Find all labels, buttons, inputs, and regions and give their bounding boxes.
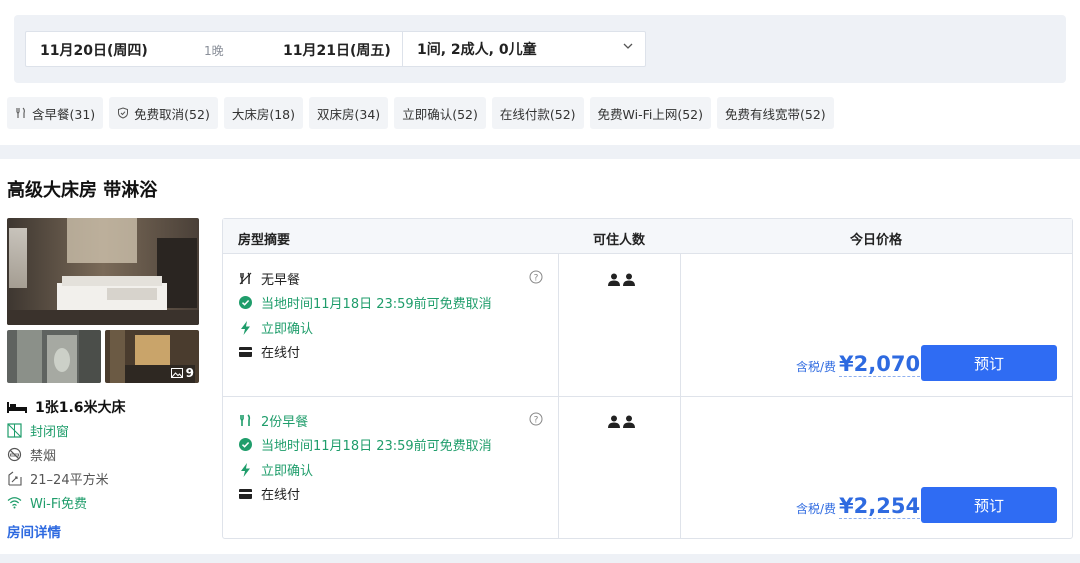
filter-label: 大床房(18) [231, 106, 296, 122]
smoking-info: 禁烟 [7, 445, 56, 464]
breakfast-icon [240, 414, 251, 426]
meal-label: 2份早餐 [261, 415, 309, 430]
row-divider [223, 396, 1072, 397]
shield-check-icon [118, 107, 129, 119]
check-circle-icon [239, 296, 252, 309]
filter-wifi[interactable]: 免费Wi-Fi上网(52) [589, 97, 712, 129]
payment-label: 在线付 [261, 346, 301, 361]
header-occupancy: 可住人数 [593, 233, 646, 248]
rate-table: 房型摘要 可住人数 今日价格 无早餐 ? 当地时间11月18日 23:59前可免… [222, 218, 1073, 539]
filter-online-pay[interactable]: 在线付款(52) [491, 97, 584, 129]
filter-label: 免费有线宽带(52) [725, 106, 826, 122]
meal-info: 2份早餐 [239, 411, 308, 430]
window-icon [7, 423, 22, 438]
room-photo-thumb[interactable] [7, 330, 101, 383]
tax-label: 含税/费 [796, 502, 837, 516]
cancel-policy: 当地时间11月18日 23:59前可免费取消 [239, 293, 492, 312]
payment-info: 在线付 [239, 484, 300, 503]
tax-label: 含税/费 [796, 360, 837, 374]
filter-instant-confirm[interactable]: 立即确认(52) [394, 97, 486, 129]
meal-label: 无早餐 [261, 273, 301, 288]
checkin-date[interactable]: 11月20日(周四) [40, 40, 148, 60]
photo-count-badge[interactable]: 9 [170, 366, 194, 380]
chevron-down-icon[interactable] [622, 40, 634, 52]
help-icon[interactable]: ? [529, 270, 543, 284]
filter-breakfast[interactable]: 含早餐(31) [7, 97, 104, 129]
price-amount[interactable]: ¥2,254 [839, 494, 921, 519]
svg-text:?: ? [534, 274, 539, 284]
filter-broadband[interactable]: 免费有线宽带(52) [717, 97, 834, 129]
area-info: 21–24平方米 [7, 469, 109, 488]
filter-chips: 含早餐(31) 免费取消(52) 大床房(18) 双床房(34) 立即确认(52… [7, 97, 834, 129]
room-title: 高级大床房 带淋浴 [7, 180, 158, 201]
filter-label: 含早餐(31) [32, 106, 96, 122]
book-button[interactable]: 预订 [921, 345, 1057, 381]
section-divider [0, 554, 1080, 563]
wifi-info: Wi-Fi免费 [7, 493, 87, 512]
bed-icon [7, 402, 27, 413]
section-divider [0, 145, 1080, 159]
table-header: 房型摘要 可住人数 今日价格 [223, 219, 1072, 254]
smoking-label: 禁烟 [30, 449, 57, 464]
svg-text:?: ? [534, 416, 539, 426]
area-label: 21–24平方米 [30, 473, 109, 488]
bathroom-photo-image [7, 330, 101, 383]
price-block: 含税/费 ¥2,070 [796, 352, 921, 377]
window-info: 封闭窗 [7, 421, 69, 440]
area-icon [8, 471, 22, 486]
confirm-label: 立即确认 [261, 322, 314, 337]
two-persons-icon [608, 415, 635, 428]
room-photo-thumb[interactable]: 9 [105, 330, 199, 383]
cancel-label: 当地时间11月18日 23:59前可免费取消 [261, 297, 492, 312]
utensils-icon [16, 107, 25, 118]
two-persons-icon [608, 273, 635, 286]
card-icon [239, 346, 252, 357]
divider [402, 32, 403, 66]
check-circle-icon [239, 438, 252, 451]
search-box[interactable]: 11月20日(周四) 1晚 11月21日(周五) 1间, 2成人, 0儿童 [25, 31, 646, 67]
confirm-info: 立即确认 [239, 318, 313, 337]
lightning-icon [241, 462, 250, 477]
checkout-date[interactable]: 11月21日(周五) [283, 40, 391, 60]
filter-twin-bed[interactable]: 双床房(34) [309, 97, 389, 129]
no-smoking-icon [7, 447, 22, 462]
bed-info: 1张1.6米大床 [7, 397, 126, 417]
meal-info: 无早餐 [239, 269, 300, 288]
photo-count: 9 [185, 366, 194, 380]
card-icon [239, 488, 252, 499]
image-icon [170, 368, 183, 378]
nights-count: 1晚 [204, 44, 224, 58]
filter-label: 免费Wi-Fi上网(52) [597, 106, 704, 122]
guests-selector[interactable]: 1间, 2成人, 0儿童 [417, 39, 537, 59]
confirm-label: 立即确认 [261, 464, 314, 479]
confirm-info: 立即确认 [239, 460, 313, 479]
filter-label: 在线付款(52) [499, 106, 576, 122]
search-panel: 11月20日(周四) 1晚 11月21日(周五) 1间, 2成人, 0儿童 [14, 15, 1066, 83]
search-header: 11月20日(周四) 1晚 11月21日(周五) 1间, 2成人, 0儿童 含早… [0, 0, 1080, 145]
filter-label: 立即确认(52) [402, 106, 478, 122]
payment-info: 在线付 [239, 342, 300, 361]
bed-label: 1张1.6米大床 [35, 400, 126, 416]
payment-label: 在线付 [261, 488, 301, 503]
cancel-label: 当地时间11月18日 23:59前可免费取消 [261, 439, 492, 454]
header-price: 今日价格 [850, 233, 903, 248]
room-details-link[interactable]: 房间详情 [7, 521, 61, 541]
book-button[interactable]: 预订 [921, 487, 1057, 523]
filter-label: 双床房(34) [317, 106, 381, 122]
wifi-icon [7, 497, 22, 509]
wifi-label: Wi-Fi免费 [30, 497, 88, 512]
price-block: 含税/费 ¥2,254 [796, 494, 921, 519]
price-amount[interactable]: ¥2,070 [839, 352, 921, 377]
filter-king-bed[interactable]: 大床房(18) [223, 97, 304, 129]
help-icon[interactable]: ? [529, 412, 543, 426]
window-label: 封闭窗 [30, 425, 70, 440]
lightning-icon [241, 320, 250, 335]
room-photo-main[interactable] [7, 218, 199, 325]
room-photo-image [7, 218, 199, 325]
no-breakfast-icon [239, 272, 252, 285]
cancel-policy: 当地时间11月18日 23:59前可免费取消 [239, 435, 492, 454]
filter-free-cancel[interactable]: 免费取消(52) [109, 97, 218, 129]
header-summary: 房型摘要 [238, 233, 291, 248]
filter-label: 免费取消(52) [134, 106, 210, 122]
